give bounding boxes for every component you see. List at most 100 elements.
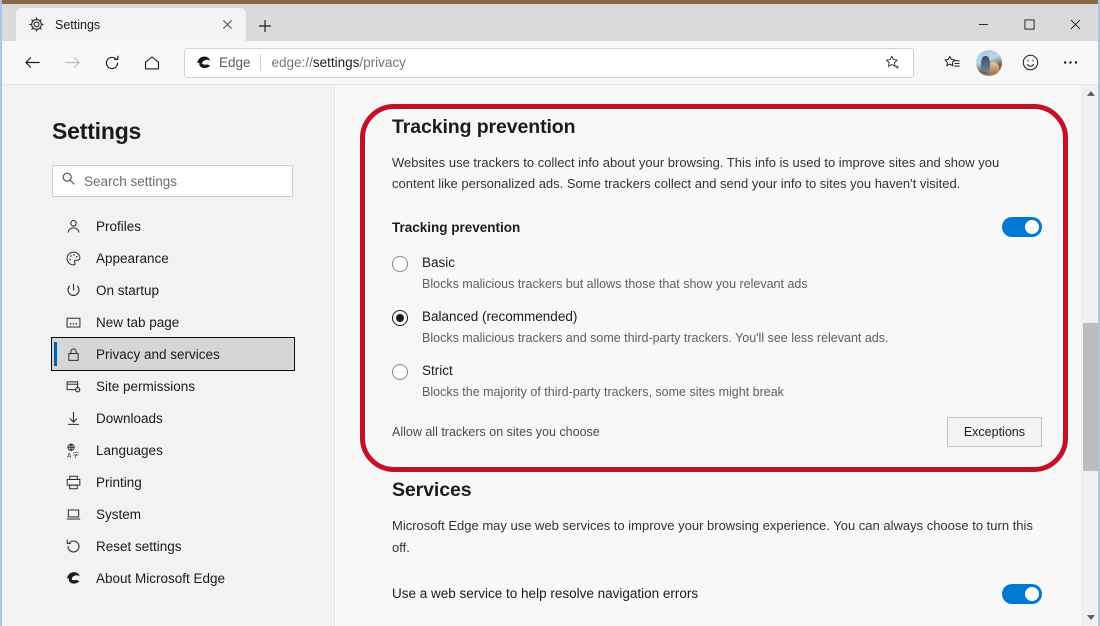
browser-tab-settings[interactable]: Settings	[16, 8, 246, 41]
power-icon	[64, 281, 83, 300]
gear-icon	[28, 16, 45, 33]
search-input[interactable]	[84, 173, 284, 189]
sidebar-item-appearance[interactable]: Appearance	[52, 242, 294, 274]
tracking-prevention-title: Tracking prevention	[392, 116, 576, 138]
address-bar[interactable]: Edge edge://settings/privacy	[184, 47, 914, 78]
tracking-prevention-section: Tracking prevention Websites use tracker…	[392, 85, 1098, 448]
settings-nav-list: Profiles Appearance On startup New tab p…	[2, 210, 334, 594]
tab-title: Settings	[55, 17, 101, 32]
minimize-icon[interactable]	[960, 8, 1006, 41]
scroll-down-icon[interactable]	[1082, 609, 1098, 626]
edge-logo-icon	[64, 569, 83, 588]
person-icon	[64, 217, 83, 236]
search-settings-box[interactable]	[52, 165, 293, 197]
window-controls	[960, 8, 1098, 41]
star-plus-icon[interactable]	[879, 50, 905, 76]
services-row-label: Use a web service to help resolve naviga…	[392, 586, 699, 602]
sidebar-item-label: Site permissions	[96, 378, 196, 394]
svg-text:A: A	[67, 452, 72, 459]
sidebar-item-label: Profiles	[96, 218, 142, 234]
sidebar-item-about-microsoft-edge[interactable]: About Microsoft Edge	[52, 562, 294, 594]
radio-option-subtitle: Blocks malicious trackers but allows tho…	[422, 276, 808, 291]
close-icon[interactable]	[216, 14, 238, 36]
services-title: Services	[392, 479, 472, 502]
download-arrow-icon	[64, 409, 83, 428]
sidebar-item-printing[interactable]: Printing	[52, 466, 294, 498]
sidebar-item-profiles[interactable]: Profiles	[52, 210, 294, 242]
url-path: /privacy	[359, 55, 406, 70]
tab-strip: Settings	[2, 4, 1098, 41]
maximize-icon[interactable]	[1006, 8, 1052, 41]
url-host: settings	[312, 55, 360, 70]
tracking-level-radio-group: Basic Blocks malicious trackers but allo…	[392, 255, 1098, 400]
omnibox-brand-name: Edge	[219, 55, 251, 70]
laptop-icon	[64, 505, 83, 524]
radio-mark	[392, 310, 408, 327]
page-scrollbar[interactable]	[1081, 85, 1098, 626]
radio-option-title: Balanced (recommended)	[422, 309, 578, 325]
radio-option-subtitle: Blocks the majority of third-party track…	[422, 385, 784, 400]
tracking-prevention-toggle-label: Tracking prevention	[392, 219, 521, 235]
exceptions-label: Allow all trackers on sites you choose	[392, 425, 600, 440]
sidebar-item-reset-settings[interactable]: Reset settings	[52, 530, 294, 562]
sidebar-item-label: New tab page	[96, 314, 180, 330]
exceptions-button[interactable]: Exceptions	[946, 417, 1042, 448]
edge-logo-icon	[195, 54, 213, 72]
radio-option-strict[interactable]: Strict Blocks the majority of third-part…	[392, 363, 1098, 400]
reset-circle-icon	[64, 537, 83, 556]
refresh-icon[interactable]	[94, 45, 130, 81]
back-arrow-icon[interactable]	[14, 45, 50, 81]
profile-avatar[interactable]	[976, 49, 1002, 76]
sidebar-item-label: Privacy and services	[96, 346, 220, 362]
navigation-errors-toggle[interactable]	[1002, 583, 1042, 604]
services-row-navigation-errors: Use a web service to help resolve naviga…	[392, 583, 1042, 604]
toggle-knob	[1025, 586, 1039, 601]
omnibox-url[interactable]: edge://settings/privacy	[272, 55, 879, 70]
sidebar-item-languages[interactable]: A 字 Languages	[52, 434, 294, 466]
sidebar-item-downloads[interactable]: Downloads	[52, 402, 294, 434]
search-icon	[61, 171, 84, 191]
tracking-prevention-toggle-row: Tracking prevention	[392, 217, 1042, 238]
sidebar-item-privacy-and-services[interactable]: Privacy and services	[51, 337, 295, 371]
ellipsis-icon[interactable]	[1052, 45, 1088, 81]
toolbar-right-actions	[922, 45, 1098, 81]
scroll-up-icon[interactable]	[1082, 85, 1098, 102]
page-content: Settings Profiles	[2, 85, 1098, 626]
palette-icon	[64, 249, 83, 268]
browser-toolbar: Edge edge://settings/privacy	[2, 41, 1098, 85]
sidebar-item-system[interactable]: System	[52, 498, 294, 530]
browser-window: Settings Edge edge://settings/privacy Se…	[0, 0, 1100, 626]
radio-mark	[392, 256, 408, 273]
svg-text:字: 字	[73, 451, 79, 459]
radio-option-basic[interactable]: Basic Blocks malicious trackers but allo…	[392, 255, 1098, 292]
scrollbar-thumb[interactable]	[1083, 323, 1098, 471]
newtabpage-icon	[64, 313, 83, 332]
favorites-list-icon[interactable]	[934, 45, 970, 81]
tracking-prevention-toggle[interactable]	[1002, 217, 1042, 238]
forward-arrow-icon	[54, 45, 90, 81]
radio-option-balanced[interactable]: Balanced (recommended) Blocks malicious …	[392, 309, 1098, 346]
radio-option-title: Strict	[422, 363, 453, 379]
sidebar-item-label: System	[96, 506, 142, 522]
radio-mark	[392, 364, 408, 381]
sidebar-item-new-tab-page[interactable]: New tab page	[52, 306, 294, 338]
sidebar-item-label: About Microsoft Edge	[96, 570, 226, 586]
url-prefix: edge://	[271, 55, 313, 70]
sidebar-item-label: Languages	[96, 442, 163, 458]
home-icon[interactable]	[134, 45, 170, 81]
sidebar-item-label: Printing	[96, 474, 142, 490]
printer-icon	[64, 473, 83, 492]
sidebar-item-label: Downloads	[96, 410, 163, 426]
settings-sidebar: Settings Profiles	[2, 85, 335, 626]
sidebar-item-on-startup[interactable]: On startup	[52, 274, 294, 306]
close-icon[interactable]	[1052, 8, 1098, 41]
sitepermission-icon	[64, 377, 83, 396]
sidebar-item-site-permissions[interactable]: Site permissions	[52, 370, 294, 402]
radio-option-subtitle: Blocks malicious trackers and some third…	[422, 331, 889, 346]
radio-option-title: Basic	[422, 255, 456, 271]
page-title: Settings	[52, 118, 142, 144]
smiley-face-icon[interactable]	[1012, 45, 1048, 81]
tracking-prevention-description: Websites use trackers to collect info ab…	[392, 155, 1000, 192]
new-tab-button[interactable]	[252, 13, 278, 39]
sidebar-item-label: On startup	[96, 282, 160, 298]
